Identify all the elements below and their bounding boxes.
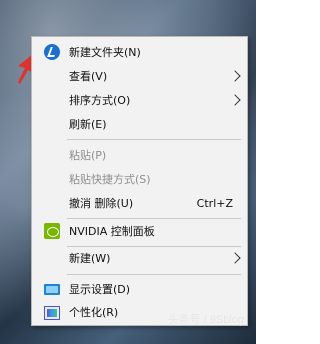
menu-item-undo-delete[interactable]: 撤消 删除(U) Ctrl+Z bbox=[32, 192, 247, 214]
menu-item-refresh[interactable]: 刷新(E) bbox=[32, 113, 247, 135]
chevron-right-icon bbox=[229, 70, 241, 82]
menu-item-nvidia-control-panel[interactable]: NVIDIA 控制面板 bbox=[32, 220, 247, 242]
chevron-right-icon bbox=[229, 94, 241, 106]
chevron-right-icon bbox=[229, 252, 241, 264]
menu-item-paste-shortcut: 粘贴快捷方式(S) bbox=[69, 173, 151, 186]
new-folder-icon bbox=[44, 44, 60, 60]
personalize-icon bbox=[44, 306, 60, 320]
nvidia-icon bbox=[44, 223, 60, 239]
menu-item-paste: 粘贴(P) bbox=[69, 149, 107, 162]
menu-item-view[interactable]: 查看(V) bbox=[32, 65, 247, 87]
display-icon bbox=[44, 284, 60, 295]
context-menu: 新建文件夹(N) 查看(V) 排序方式(O) 刷新(E) 粘贴(P) 粘贴快捷方… bbox=[31, 36, 248, 326]
watermark-text: 头条号 / 9Sblog bbox=[167, 314, 244, 326]
menu-separator bbox=[67, 274, 241, 275]
menu-item-new-folder[interactable]: 新建文件夹(N) bbox=[32, 41, 247, 63]
menu-item-new[interactable]: 新建(W) bbox=[32, 247, 247, 269]
menu-separator bbox=[67, 139, 241, 140]
menu-separator bbox=[67, 218, 241, 219]
menu-item-sort-by[interactable]: 排序方式(O) bbox=[32, 89, 247, 111]
menu-item-display-settings[interactable]: 显示设置(D) bbox=[32, 278, 247, 300]
shortcut-label: Ctrl+Z bbox=[196, 196, 233, 210]
